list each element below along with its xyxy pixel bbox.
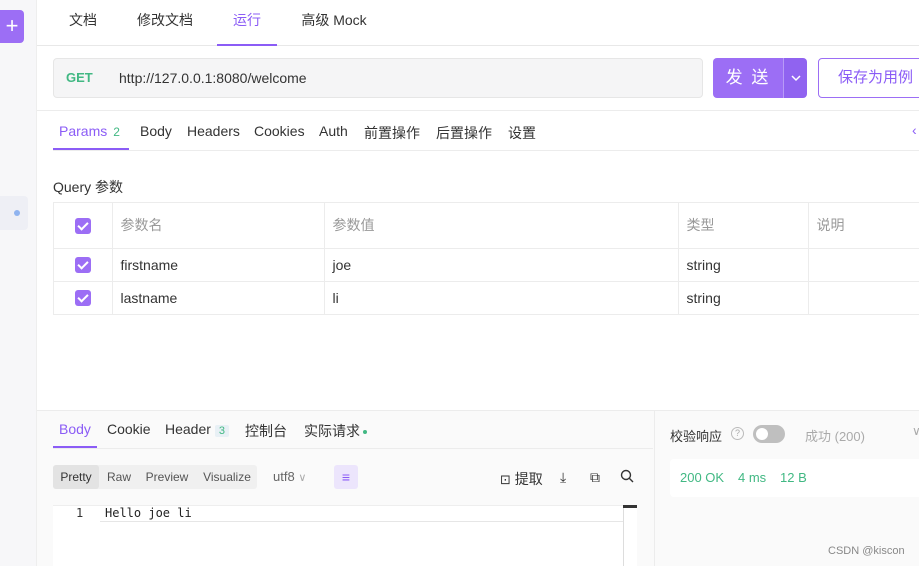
watermark: CSDN @kiscon (828, 545, 905, 557)
response-tab-actual-request[interactable]: 实际请求 (304, 421, 367, 441)
editor-scrollbar[interactable] (623, 505, 637, 566)
response-tab-actual-label: 实际请求 (304, 423, 360, 439)
format-raw[interactable]: Raw (102, 465, 136, 489)
extract-label: 提取 (514, 471, 543, 487)
chevron-down-icon[interactable]: ∨ (912, 424, 919, 438)
tab-run[interactable]: 运行 (217, 0, 277, 46)
download-icon[interactable]: ⤓ (560, 469, 566, 486)
encoding-select[interactable]: utf8 ∨ (273, 469, 306, 484)
tab-pre-operations[interactable]: 前置操作 (364, 123, 420, 143)
column-header: 参数名 (112, 203, 325, 249)
response-tab-body[interactable]: Body (59, 421, 91, 437)
row-checkbox[interactable] (75, 257, 91, 274)
tab-headers[interactable]: Headers (187, 123, 240, 139)
encoding-value: utf8 (273, 469, 295, 484)
param-value-cell[interactable]: joe (324, 248, 679, 282)
param-type-cell[interactable]: string (678, 281, 809, 315)
format-visualize[interactable]: Visualize (197, 465, 257, 489)
table-row: lastname li string (54, 281, 919, 315)
toggle-knob (756, 428, 768, 440)
param-type-cell[interactable]: string (678, 248, 809, 282)
status-code: 200 OK (680, 470, 725, 485)
scrollbar-thumb[interactable] (623, 505, 637, 508)
column-header: 参数值 (324, 203, 679, 249)
tab-post-operations[interactable]: 后置操作 (436, 123, 492, 143)
chevron-down-icon (791, 75, 801, 82)
chevron-down-icon: ∨ (298, 472, 307, 484)
tab-params-label: Params (59, 123, 108, 139)
response-tab-cookie[interactable]: Cookie (107, 421, 151, 437)
status-dot-icon (363, 430, 367, 435)
send-button[interactable]: 发 送 (713, 58, 783, 98)
send-dropdown-button[interactable] (783, 58, 807, 98)
select-all-cell[interactable] (54, 203, 113, 249)
tab-cookies[interactable]: Cookies (254, 123, 305, 139)
row-check-cell[interactable] (54, 281, 113, 315)
row-checkbox[interactable] (75, 290, 91, 307)
save-as-case-button[interactable]: 保存为用例 (818, 58, 919, 98)
tab-edit-docs[interactable]: 修改文档 (129, 0, 201, 46)
table-header-row: 参数名 参数值 类型 说明 (54, 203, 919, 249)
divider (53, 150, 919, 151)
method-select[interactable]: GET (66, 70, 93, 85)
word-wrap-icon[interactable]: ≡ (334, 465, 358, 489)
search-icon[interactable] (620, 469, 634, 486)
response-time: 4 ms (738, 470, 767, 485)
extract-icon: ⊡ (500, 472, 511, 487)
line-number: 1 (76, 506, 84, 520)
tab-body[interactable]: Body (140, 123, 172, 139)
tab-params[interactable]: Params 2 (59, 123, 120, 139)
query-params-title: Query 参数 (53, 179, 124, 195)
tab-advanced-mock[interactable]: 高级 Mock (293, 0, 375, 46)
row-check-cell[interactable] (54, 248, 113, 282)
format-pretty[interactable]: Pretty (53, 465, 99, 489)
response-tab-header-label: Header (165, 421, 211, 437)
column-header: 类型 (678, 203, 809, 249)
response-size: 12 B (780, 470, 807, 485)
collapse-icon[interactable]: ‹ (912, 122, 917, 138)
divider (37, 410, 919, 411)
format-preview[interactable]: Preview (140, 465, 194, 489)
tab-auth[interactable]: Auth (319, 123, 348, 139)
copy-icon[interactable]: ⧉ (590, 469, 600, 486)
vertical-divider (654, 410, 655, 566)
tab-settings[interactable]: 设置 (508, 123, 536, 143)
params-count-badge: 2 (113, 125, 120, 139)
select-all-checkbox[interactable] (75, 217, 91, 234)
param-value-cell[interactable]: li (324, 281, 679, 315)
tab-docs[interactable]: 文档 (57, 0, 109, 46)
response-tab-header[interactable]: Header 3 (165, 421, 230, 437)
header-count-badge: 3 (214, 425, 230, 437)
divider (37, 110, 919, 111)
help-icon[interactable]: ? (731, 427, 744, 440)
response-tab-console[interactable]: 控制台 (245, 421, 287, 441)
url-input[interactable]: http://127.0.0.1:8080/welcome (119, 70, 307, 86)
verify-response-label: 校验响应 (670, 429, 723, 444)
dot-icon (14, 210, 20, 216)
success-status-select[interactable]: 成功 (200) (805, 426, 865, 445)
add-icon[interactable]: + (0, 10, 24, 43)
param-name-cell[interactable]: lastname (112, 281, 325, 315)
column-header: 说明 (808, 203, 919, 249)
param-desc-cell[interactable] (808, 248, 919, 282)
param-desc-cell[interactable] (808, 281, 919, 315)
divider (53, 448, 653, 449)
table-row: firstname joe string (54, 248, 919, 282)
extract-button[interactable]: ⊡ 提取 (500, 469, 543, 489)
param-name-cell[interactable]: firstname (112, 248, 325, 282)
left-sidebar (0, 0, 37, 566)
code-line: Hello joe li (105, 506, 192, 520)
query-params-table: 参数名 参数值 类型 说明 firstname joe string lastn… (53, 202, 919, 315)
